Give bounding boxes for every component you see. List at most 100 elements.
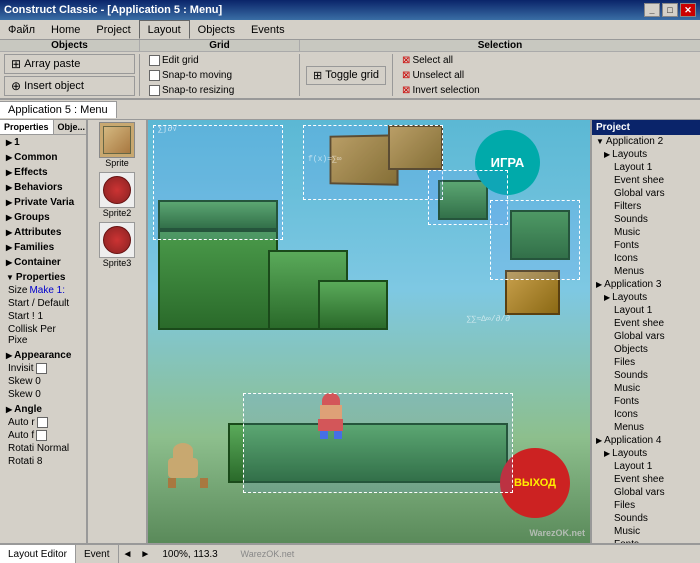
tree-item-3[interactable]: Event shee	[592, 174, 700, 187]
insert-object-button[interactable]: ⊕ Insert object	[4, 76, 135, 96]
tree-item-17[interactable]: Files	[592, 356, 700, 369]
tree-item-20[interactable]: Fonts	[592, 395, 700, 408]
tree-item-24[interactable]: ▶ Layouts	[592, 447, 700, 460]
prop-section-behaviors[interactable]: ▶Behaviors	[0, 180, 86, 195]
tree-item-16[interactable]: Objects	[592, 343, 700, 356]
tree-item-23[interactable]: ▶ Application 4	[592, 434, 700, 447]
menu-events[interactable]: Events	[243, 20, 293, 39]
animal-character	[168, 443, 208, 483]
tree-item-22[interactable]: Menus	[592, 421, 700, 434]
sprite-item-1[interactable]: Sprite	[90, 122, 144, 168]
canvas-area[interactable]: ИГРА ВЫХОД ∑∫∂√ f(x)=∑∞ ∑∑≈Δ∞/∂/∂ WarezO…	[148, 120, 590, 543]
tree-item-25[interactable]: Layout 1	[592, 460, 700, 473]
right-panel: Project ▼ Application 2▶ Layouts Layout …	[590, 120, 700, 543]
prop-rotati-normal: Rotati Normal	[4, 442, 82, 455]
snap-moving-btn[interactable]: Snap-to moving	[146, 69, 293, 82]
sprite-3-image	[99, 222, 135, 258]
tree-item-0[interactable]: ▼ Application 2	[592, 135, 700, 148]
sprite-item-2[interactable]: Sprite2	[90, 172, 144, 218]
prop-section-angle[interactable]: ▶Angle Auto r Auto f Rotati Normal Rotat…	[0, 402, 86, 469]
tree-item-11[interactable]: ▶ Application 3	[592, 278, 700, 291]
edit-grid-btn[interactable]: Edit grid	[146, 54, 293, 67]
sprite-2-image	[99, 172, 135, 208]
toolbar-objects-header: Objects	[0, 40, 140, 51]
properties-tab[interactable]: Properties	[0, 120, 54, 134]
snap-resizing-checkbox[interactable]	[149, 85, 160, 96]
event-tab[interactable]: Event	[76, 545, 119, 563]
minimize-button[interactable]: _	[644, 3, 660, 17]
edit-grid-checkbox[interactable]	[149, 55, 160, 66]
nav-prev[interactable]: ◄	[119, 549, 137, 560]
tree-item-5[interactable]: Filters	[592, 200, 700, 213]
tree-item-10[interactable]: Menus	[592, 265, 700, 278]
tree-item-6[interactable]: Sounds	[592, 213, 700, 226]
auto-r-checkbox[interactable]	[37, 417, 48, 428]
prop-section-appearance[interactable]: ▶Appearance Invisit Skew 0 Skew 0	[0, 348, 86, 402]
green-platform-body	[158, 230, 278, 330]
snap-moving-checkbox[interactable]	[149, 70, 160, 81]
snap-resizing-btn[interactable]: Snap-to resizing	[146, 84, 293, 97]
sprite-panel: Sprite Sprite2 Sprite3	[88, 120, 148, 543]
tree-item-9[interactable]: Icons	[592, 252, 700, 265]
selection-box-4	[490, 200, 580, 280]
tree-item-4[interactable]: Global vars	[592, 187, 700, 200]
prop-section-top[interactable]: ▶1	[0, 135, 86, 150]
game-canvas: ИГРА ВЫХОД ∑∫∂√ f(x)=∑∞ ∑∑≈Δ∞/∂/∂ WarezO…	[148, 120, 590, 543]
tree-item-19[interactable]: Music	[592, 382, 700, 395]
formula-text-2: f(x)=∑∞	[308, 155, 342, 164]
title-bar: Construct Classic - [Application 5 : Men…	[0, 0, 700, 20]
menu-layout[interactable]: Layout	[139, 20, 190, 39]
layout-editor-tab[interactable]: Layout Editor	[0, 545, 76, 563]
tree-item-28[interactable]: Files	[592, 499, 700, 512]
title-bar-controls: _ □ ✕	[644, 3, 696, 17]
tree-item-26[interactable]: Event shee	[592, 473, 700, 486]
prop-section-properties[interactable]: ▼Properties Size Make 1: Start / Default…	[0, 270, 86, 348]
tree-item-29[interactable]: Sounds	[592, 512, 700, 525]
menu-file[interactable]: Файл	[0, 20, 43, 39]
prop-section-container[interactable]: ▶Container	[0, 255, 86, 270]
green-platform-3	[318, 280, 388, 330]
tree-item-12[interactable]: ▶ Layouts	[592, 291, 700, 304]
menu-objects[interactable]: Objects	[190, 20, 243, 39]
invert-selection-btn[interactable]: ⊠ Invert selection	[399, 84, 694, 97]
menu-home[interactable]: Home	[43, 20, 88, 39]
prop-section-families[interactable]: ▶Families	[0, 240, 86, 255]
tree-item-27[interactable]: Global vars	[592, 486, 700, 499]
menu-project[interactable]: Project	[88, 20, 138, 39]
tree-item-18[interactable]: Sounds	[592, 369, 700, 382]
prop-size: Size Make 1:	[4, 284, 82, 297]
tree-item-31[interactable]: Fonts	[592, 538, 700, 543]
unselect-all-icon: ⊠	[402, 70, 410, 81]
close-button[interactable]: ✕	[680, 3, 696, 17]
tab-application5-menu[interactable]: Application 5 : Menu	[0, 101, 117, 118]
select-all-btn[interactable]: ⊠ Select all	[399, 54, 694, 67]
array-paste-button[interactable]: ⊞ Array paste	[4, 54, 135, 74]
unselect-all-btn[interactable]: ⊠ Unselect all	[399, 69, 694, 82]
invert-selection-icon: ⊠	[402, 85, 410, 96]
objects-tab[interactable]: Obje...	[54, 120, 88, 134]
tree-item-14[interactable]: Event shee	[592, 317, 700, 330]
prop-section-common[interactable]: ▶Common	[0, 150, 86, 165]
tree-item-1[interactable]: ▶ Layouts	[592, 148, 700, 161]
tree-item-8[interactable]: Fonts	[592, 239, 700, 252]
nav-next[interactable]: ►	[136, 549, 154, 560]
title-bar-text: Construct Classic - [Application 5 : Men…	[4, 4, 222, 16]
sprite-item-3[interactable]: Sprite3	[90, 222, 144, 268]
tree-item-21[interactable]: Icons	[592, 408, 700, 421]
tree-item-30[interactable]: Music	[592, 525, 700, 538]
maximize-button[interactable]: □	[662, 3, 678, 17]
tab-bar: Application 5 : Menu	[0, 100, 700, 120]
tree-item-15[interactable]: Global vars	[592, 330, 700, 343]
toggle-grid-button[interactable]: ⊞ Toggle grid	[306, 66, 386, 85]
prop-section-groups[interactable]: ▶Groups	[0, 210, 86, 225]
prop-section-attributes[interactable]: ▶Attributes	[0, 225, 86, 240]
main-layout: Properties Obje... ▶1 ▶Common ▶Effects ▶…	[0, 120, 700, 543]
tree-item-13[interactable]: Layout 1	[592, 304, 700, 317]
auto-f-checkbox[interactable]	[36, 430, 47, 441]
tree-item-2[interactable]: Layout 1	[592, 161, 700, 174]
prop-collisk: Collisk Per Pixe	[4, 323, 82, 347]
prop-section-private-vars[interactable]: ▶Private Varia	[0, 195, 86, 210]
invisit-checkbox[interactable]	[36, 363, 47, 374]
tree-item-7[interactable]: Music	[592, 226, 700, 239]
prop-section-effects[interactable]: ▶Effects	[0, 165, 86, 180]
